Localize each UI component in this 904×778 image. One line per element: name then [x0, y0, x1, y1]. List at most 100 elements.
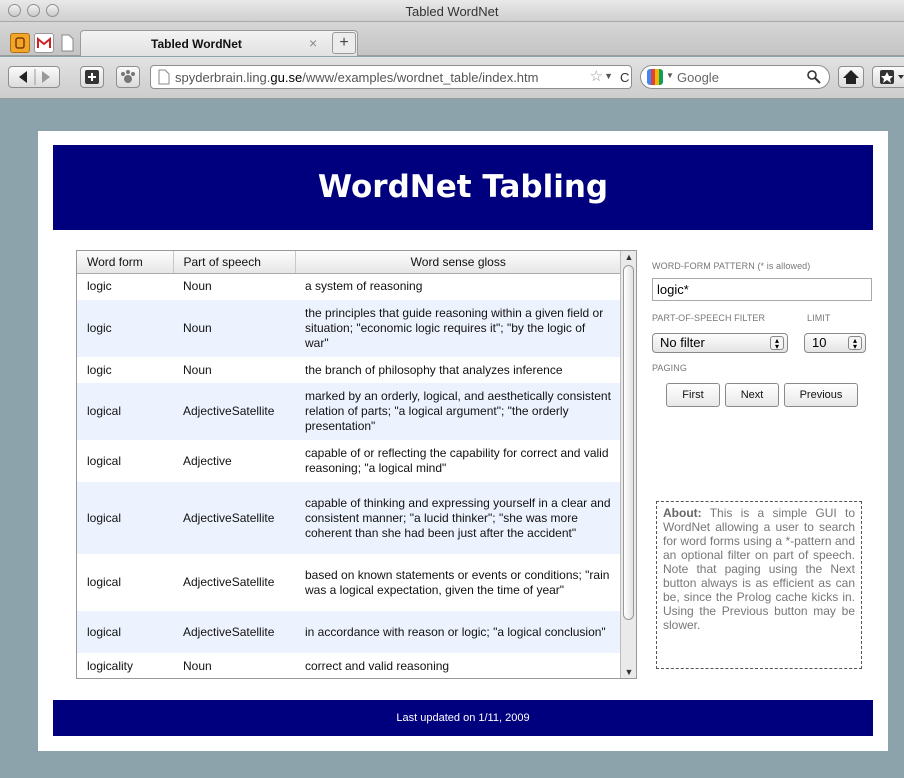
scrollbar-thumb[interactable]: [623, 265, 634, 620]
table-row[interactable]: logical Adjective capable of or reflecti…: [77, 440, 622, 482]
plus-box-icon: [85, 70, 99, 84]
about-box: About: This is a simple GUI to WordNet a…: [656, 501, 862, 669]
paw-icon: [121, 70, 135, 83]
limit-select[interactable]: 10 ▴ ▾: [804, 333, 866, 353]
table-row[interactable]: logic Noun the branch of philosophy that…: [77, 357, 622, 383]
search-bar[interactable]: ▼ Google: [640, 65, 830, 89]
cell-word-form: logical: [77, 482, 173, 554]
cell-gloss: capable of thinking and expressing yours…: [295, 482, 622, 554]
tab-title: Tabled WordNet: [151, 37, 242, 51]
cell-gloss: a system of reasoning: [305, 279, 423, 294]
blank-page-tab-icon[interactable]: [58, 33, 78, 53]
cell-word-form: logical: [87, 453, 122, 468]
table-row[interactable]: logicality Noun correct and valid reason…: [77, 653, 622, 678]
scroll-down-arrow-icon[interactable]: ▼: [623, 667, 635, 677]
limit-value: 10: [812, 335, 827, 350]
cell-part-of-speech: AdjectiveSatellite: [173, 482, 295, 554]
star-icon[interactable]: ☆: [590, 67, 603, 85]
table-row[interactable]: logical AdjectiveSatellite capable of th…: [77, 482, 622, 554]
home-icon: [843, 70, 859, 84]
column-header-word-form[interactable]: Word form: [77, 251, 174, 274]
cell-part-of-speech: Adjective: [183, 453, 232, 468]
previous-button[interactable]: Previous: [784, 383, 858, 407]
search-icon[interactable]: [807, 70, 821, 84]
table-scrollbar[interactable]: ▲ ▼: [620, 251, 636, 678]
next-button[interactable]: Next: [725, 383, 779, 407]
cell-part-of-speech: Noun: [183, 658, 212, 673]
results-table: Word form Part of speech Word sense glos…: [77, 251, 622, 678]
pos-filter-value: No filter: [660, 335, 705, 350]
gmail-icon: [37, 36, 51, 48]
cell-part-of-speech: AdjectiveSatellite: [173, 383, 295, 440]
cell-gloss: in accordance with reason or logic; "a l…: [295, 611, 622, 653]
tab-bar: Tabled WordNet × +: [0, 22, 904, 56]
page-icon: [61, 34, 74, 52]
table-header-row: Word form Part of speech Word sense glos…: [77, 251, 622, 274]
cell-part-of-speech: AdjectiveSatellite: [183, 575, 275, 589]
google-icon: [647, 69, 663, 85]
table-row[interactable]: logical AdjectiveSatellite in accordance…: [77, 611, 622, 653]
cell-word-form: logic: [87, 362, 112, 377]
forward-icon: [42, 71, 50, 83]
cell-gloss: the branch of philosophy that analyzes i…: [305, 362, 563, 377]
pattern-label: WORD-FORM PATTERN (* is allowed): [652, 261, 811, 271]
window-title: Tabled WordNet: [405, 4, 499, 19]
page-title: WordNet Tabling: [317, 169, 609, 205]
window-titlebar: Tabled WordNet: [0, 0, 904, 22]
back-forward-buttons: [8, 66, 60, 88]
page-icon: [158, 69, 170, 85]
page-container: WordNet Tabling Word form Part of speech…: [38, 131, 888, 751]
home-button[interactable]: [838, 66, 864, 88]
pos-filter-label: PART-OF-SPEECH FILTER: [652, 313, 766, 323]
tab-tabled-wordnet[interactable]: Tabled WordNet ×: [80, 30, 358, 56]
footer-banner: Last updated on 1/11, 2009: [53, 700, 873, 736]
about-title: About:: [663, 506, 702, 520]
history-dropdown-icon[interactable]: ▼: [604, 71, 613, 81]
cell-word-form: logic: [77, 300, 173, 357]
limit-label: LIMIT: [807, 313, 831, 323]
table-row[interactable]: logic Noun a system of reasoning: [77, 273, 622, 300]
reload-icon[interactable]: C: [620, 70, 629, 85]
table-row[interactable]: logical AdjectiveSatellite based on know…: [77, 554, 622, 611]
tab-close-icon[interactable]: ×: [309, 35, 317, 51]
last-updated-text: Last updated on 1/11, 2009: [396, 712, 530, 724]
gmail-tab-icon[interactable]: [34, 33, 54, 53]
pos-filter-select[interactable]: No filter ▴ ▾: [652, 333, 788, 353]
first-button[interactable]: First: [666, 383, 720, 407]
bookmark-star-icon: [880, 70, 904, 84]
cell-gloss: marked by an orderly, logical, and aesth…: [295, 383, 622, 440]
url-bar[interactable]: spyderbrain.ling.gu.se/www/examples/word…: [150, 65, 632, 89]
engine-dropdown-icon[interactable]: ▼: [666, 71, 674, 80]
pattern-input[interactable]: [652, 278, 872, 301]
cell-gloss: correct and valid reasoning: [305, 658, 450, 673]
back-forward-icons: [19, 69, 50, 85]
url-text[interactable]: spyderbrain.ling.gu.se/www/examples/word…: [175, 70, 538, 85]
column-header-part-of-speech[interactable]: Part of speech: [173, 251, 296, 274]
paging-label: PAGING: [652, 363, 687, 373]
column-header-gloss[interactable]: Word sense gloss: [295, 251, 622, 274]
bookmark-add-button[interactable]: [80, 66, 104, 88]
about-text: This is a simple GUI to WordNet allowing…: [663, 506, 855, 632]
scroll-up-arrow-icon[interactable]: ▲: [623, 252, 635, 262]
cell-part-of-speech: AdjectiveSatellite: [173, 611, 295, 653]
new-tab-button[interactable]: +: [332, 32, 356, 54]
cell-part-of-speech: Noun: [183, 279, 212, 294]
bookmarks-menu-button[interactable]: [872, 66, 904, 88]
cell-gloss: the principles that guide reasoning with…: [295, 300, 622, 357]
results-table-container[interactable]: Word form Part of speech Word sense glos…: [76, 250, 637, 679]
cell-part-of-speech: Noun: [173, 300, 295, 357]
cell-word-form: logical: [87, 575, 122, 589]
back-icon: [19, 71, 27, 83]
cell-gloss: capable of or reflecting the capability …: [305, 446, 609, 475]
table-row[interactable]: logic Noun the principles that guide rea…: [77, 300, 622, 357]
cell-word-form: logical: [77, 383, 173, 440]
navigation-toolbar: spyderbrain.ling.gu.se/www/examples/word…: [0, 57, 904, 99]
extension-button[interactable]: [116, 66, 140, 88]
table-row[interactable]: logical AdjectiveSatellite marked by an …: [77, 383, 622, 440]
cell-word-form: logicality: [87, 658, 134, 673]
cell-part-of-speech: Noun: [183, 362, 212, 377]
app-tab-icon[interactable]: [10, 33, 30, 53]
search-engine-label: Google: [677, 70, 719, 85]
orange-app-icon: [15, 37, 25, 49]
select-arrows-icon: ▴ ▾: [848, 336, 862, 351]
